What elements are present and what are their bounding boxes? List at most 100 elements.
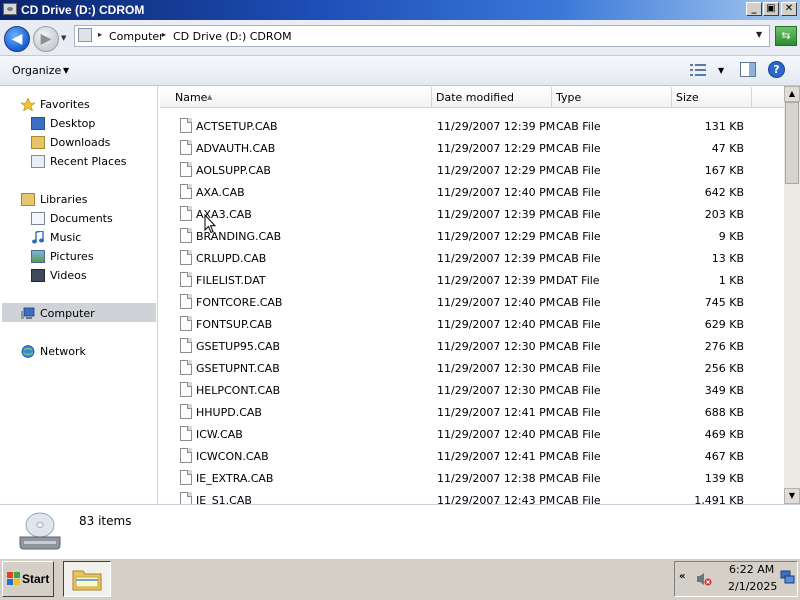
maximize-button[interactable]: ▣ [763, 2, 779, 16]
address-dropdown-icon[interactable]: ▼ [756, 30, 762, 39]
file-icon [180, 316, 192, 331]
file-type: CAB File [556, 406, 601, 419]
table-row[interactable]: HHUPD.CAB 11/29/2007 12:41 PM CAB File 688 … [160, 401, 784, 423]
minimize-button[interactable]: _ [746, 2, 762, 16]
scroll-up-arrow-icon[interactable]: ▲ [784, 86, 800, 102]
back-button[interactable]: ◀ [4, 26, 30, 52]
start-label[interactable]: Start [22, 572, 49, 586]
nav-pictures[interactable]: Pictures [0, 247, 157, 266]
nav-computer[interactable]: Computer [0, 304, 157, 323]
file-type: CAB File [556, 472, 601, 485]
breadcrumb-arrow-icon[interactable]: ▸ [162, 30, 166, 39]
file-icon [180, 492, 192, 504]
nav-network[interactable]: Network [0, 342, 157, 361]
nav-label: Downloads [50, 136, 111, 149]
table-row[interactable]: FONTCORE.CAB 11/29/2007 12:40 PM CAB File 7… [160, 291, 784, 313]
file-size: 13 KB [711, 252, 744, 265]
file-name: GSETUP95.CAB [196, 340, 281, 353]
views-icon[interactable] [690, 63, 706, 77]
recent-pages-dropdown-icon[interactable]: ▼ [61, 34, 69, 42]
file-icon [180, 140, 192, 155]
nav-downloads[interactable]: Downloads [0, 133, 157, 152]
clock-date[interactable]: 2/1/2025 [728, 580, 777, 593]
column-header-date[interactable]: Date modified [432, 87, 552, 108]
show-hidden-icons-icon[interactable]: « [679, 571, 685, 582]
nav-documents[interactable]: Documents [0, 209, 157, 228]
speaker-muted-icon[interactable] [696, 571, 712, 587]
table-row[interactable]: ADVAUTH.CAB 11/29/2007 12:29 PM CAB File 47… [160, 137, 784, 159]
sort-ascending-icon: ▲ [207, 93, 213, 101]
file-size: 131 KB [704, 120, 744, 133]
file-icon [180, 272, 192, 287]
clock-time[interactable]: 6:22 AM [729, 563, 774, 576]
file-icon [180, 338, 192, 353]
file-name: ICW.CAB [196, 428, 243, 441]
table-row[interactable]: AXA3.CAB 11/29/2007 12:39 PM CAB File 203 K… [160, 203, 784, 225]
file-name: IE_S1.CAB [196, 494, 252, 504]
chevron-down-icon[interactable]: ▼ [63, 66, 69, 75]
forward-button[interactable]: ▶ [33, 26, 59, 52]
file-name: AXA.CAB [196, 186, 245, 199]
refresh-button[interactable]: ⇆ [775, 26, 797, 46]
file-name: CRLUPD.CAB [196, 252, 267, 265]
file-type: CAB File [556, 296, 601, 309]
table-row[interactable]: BRANDING.CAB 11/29/2007 12:29 PM CAB File 9… [160, 225, 784, 247]
file-name: ADVAUTH.CAB [196, 142, 276, 155]
file-date: 11/29/2007 12:38 PM [437, 472, 556, 485]
file-icon [180, 470, 192, 485]
nav-videos[interactable]: Videos [0, 266, 157, 285]
desktop-icon [31, 117, 45, 130]
file-size: 167 KB [704, 164, 744, 177]
breadcrumb-cd-drive[interactable]: CD Drive (D:) CDROM [173, 30, 292, 43]
nav-music[interactable]: Music [0, 228, 157, 247]
table-row[interactable]: ICW.CAB 11/29/2007 12:40 PM CAB File 469 KB [160, 423, 784, 445]
file-size: 629 KB [704, 318, 744, 331]
file-icon [180, 294, 192, 309]
documents-icon [31, 212, 45, 225]
nav-favorites[interactable]: Favorites [0, 95, 157, 114]
nav-desktop[interactable]: Desktop [0, 114, 157, 133]
table-row[interactable]: FILELIST.DAT 11/29/2007 12:39 PM DAT File 1… [160, 269, 784, 291]
help-icon[interactable]: ? [768, 61, 785, 78]
scroll-down-arrow-icon[interactable]: ▼ [784, 488, 800, 504]
file-type: CAB File [556, 164, 601, 177]
file-date: 11/29/2007 12:41 PM [437, 450, 556, 463]
file-icon [180, 118, 192, 133]
file-date: 11/29/2007 12:43 PM [437, 494, 556, 504]
views-dropdown-icon[interactable]: ▼ [718, 66, 724, 75]
nav-label: Music [50, 231, 82, 244]
recent-places-icon [31, 155, 45, 168]
nav-recent-places[interactable]: Recent Places [0, 152, 157, 171]
table-row[interactable]: ACTSETUP.CAB 11/29/2007 12:39 PM CAB File 1… [160, 115, 784, 137]
network-status-icon[interactable] [780, 570, 795, 585]
scrollbar-thumb[interactable] [785, 102, 799, 184]
nav-libraries[interactable]: Libraries [0, 190, 157, 209]
table-row[interactable]: HELPCONT.CAB 11/29/2007 12:30 PM CAB File 3… [160, 379, 784, 401]
breadcrumb-computer[interactable]: Computer [109, 30, 164, 43]
table-row[interactable]: IE_S1.CAB 11/29/2007 12:43 PM CAB File 1,49… [160, 489, 784, 504]
file-name: AOLSUPP.CAB [196, 164, 271, 177]
file-date: 11/29/2007 12:29 PM [437, 230, 556, 243]
breadcrumb-arrow-icon[interactable]: ▸ [98, 30, 102, 39]
preview-pane-icon[interactable] [740, 62, 756, 77]
table-row[interactable]: FONTSUP.CAB 11/29/2007 12:40 PM CAB File 62… [160, 313, 784, 335]
details-pane [0, 504, 800, 558]
cd-drive-icon [3, 3, 17, 15]
downloads-folder-icon [31, 136, 45, 149]
libraries-icon [21, 193, 35, 206]
table-row[interactable]: ICWCON.CAB 11/29/2007 12:41 PM CAB File 467… [160, 445, 784, 467]
drive-icon [78, 28, 92, 42]
table-row[interactable]: GSETUPNT.CAB 11/29/2007 12:30 PM CAB File 2… [160, 357, 784, 379]
organize-button[interactable]: Organize [12, 64, 61, 77]
file-size: 9 KB [718, 230, 744, 243]
table-row[interactable]: GSETUP95.CAB 11/29/2007 12:30 PM CAB File 2… [160, 335, 784, 357]
column-header-size[interactable]: Size [672, 87, 752, 108]
table-row[interactable]: IE_EXTRA.CAB 11/29/2007 12:38 PM CAB File 1… [160, 467, 784, 489]
column-header-type[interactable]: Type [552, 87, 672, 108]
file-type: CAB File [556, 208, 601, 221]
close-button[interactable]: ✕ [781, 2, 797, 16]
nav-label: Documents [50, 212, 113, 225]
table-row[interactable]: AXA.CAB 11/29/2007 12:40 PM CAB File 642 KB [160, 181, 784, 203]
table-row[interactable]: CRLUPD.CAB 11/29/2007 12:39 PM CAB File 13 … [160, 247, 784, 269]
table-row[interactable]: AOLSUPP.CAB 11/29/2007 12:29 PM CAB File 16… [160, 159, 784, 181]
